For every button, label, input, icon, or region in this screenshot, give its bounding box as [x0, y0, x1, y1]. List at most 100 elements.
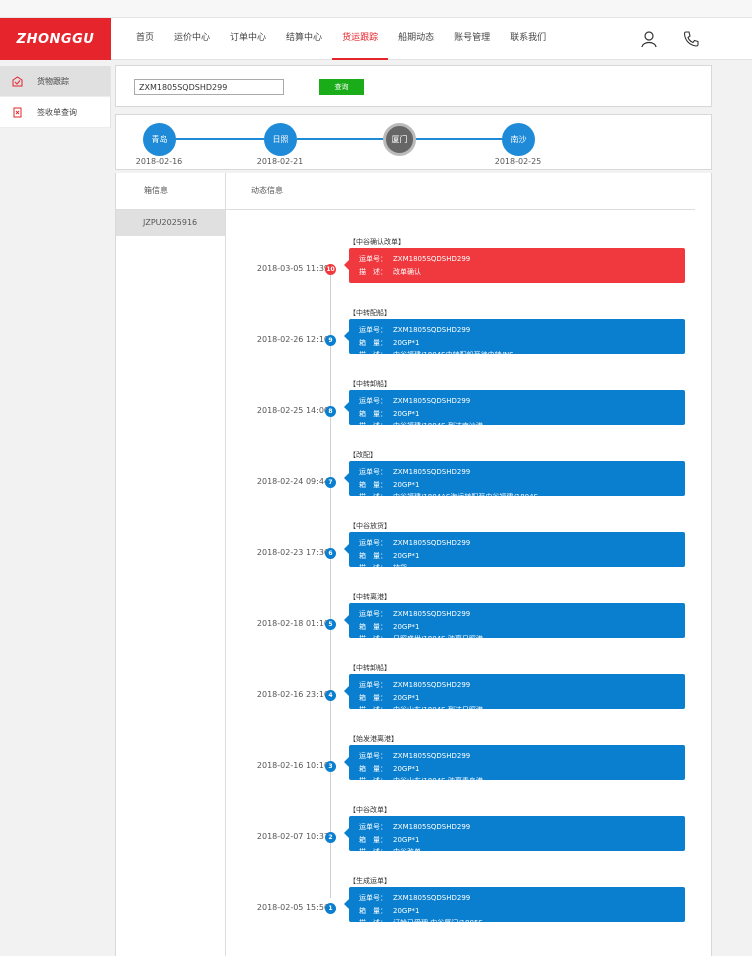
box-value: 20GP*1: [393, 622, 420, 631]
dynamic-info-header: 动态信息: [226, 173, 695, 210]
event-detail-box: 运单号： ZXM1805SQDSHD299 箱 量： 20GP*1 描 述： 订舱已受理 …: [344, 887, 685, 927]
waybill-value: ZXM1805SQDSHD299: [393, 823, 471, 831]
event-datetime: 2018-02-25 14:00: [256, 406, 329, 415]
nav-contact[interactable]: 联系我们: [500, 18, 556, 60]
waybill-value: ZXM1805SQDSHD299: [393, 752, 471, 760]
event-title: 【改配】: [349, 451, 377, 459]
waybill-value: ZXM1805SQDSHD299: [393, 610, 471, 618]
nav-cargo-tracking[interactable]: 货运跟踪: [332, 18, 389, 60]
desc-label: 描 述：: [359, 919, 387, 927]
waybill-label: 运单号：: [359, 397, 387, 405]
event-box-row: 箱 量： 20GP*1: [359, 905, 685, 918]
waybill-label: 运单号：: [359, 894, 387, 902]
event-desc-row: 描 述： 中谷福建/1804S中转配船至待中转/NS: [359, 349, 685, 362]
port-date: 2018-02-16: [135, 157, 183, 166]
desc-label: 描 述：: [359, 422, 387, 430]
event-datetime: 2018-02-16 10:10: [256, 761, 329, 770]
sidebar: 货物跟踪 签收单查询: [0, 66, 111, 128]
nav-schedules[interactable]: 船期动态: [388, 18, 444, 60]
event-waybill-row: 运单号： ZXM1805SQDSHD299: [359, 679, 685, 692]
timeline-event: 2018-02-18 01:10 5 【中转离港】 运单号： ZXM1805SQDSHD…: [226, 592, 706, 652]
desc-label: 描 述：: [359, 777, 387, 785]
event-number-badge: 9: [325, 335, 336, 346]
event-box-row: 箱 量： 20GP*1: [359, 621, 685, 634]
event-waybill-row: 运单号： ZXM1805SQDSHD299: [359, 537, 685, 550]
box-label: 箱 量：: [359, 764, 387, 773]
event-datetime: 2018-02-16 23:10: [256, 690, 329, 699]
timeline-event: 2018-02-25 14:00 8 【中转卸船】 运单号： ZXM1805SQDSHD…: [226, 379, 706, 439]
port-node-xiamen: 厦门: [383, 123, 416, 156]
event-detail-box: 运单号： ZXM1805SQDSHD299 箱 量： 20GP*1 描 述： 放货: [344, 532, 685, 572]
logo[interactable]: ZHONGGU: [0, 18, 111, 60]
sidebar-item-receipt-query[interactable]: 签收单查询: [0, 97, 110, 128]
event-waybill-row: 运单号： ZXM1805SQDSHD299: [359, 324, 685, 337]
event-box-row: 箱 量： 20GP*1: [359, 550, 685, 563]
timeline-event: 2018-02-16 23:10 4 【中转卸船】 运单号： ZXM1805SQDSHD…: [226, 663, 706, 723]
nav-freight-rates[interactable]: 运价中心: [164, 18, 220, 60]
event-waybill-row: 运单号： ZXM1805SQDSHD299: [359, 892, 685, 905]
event-number-badge: 4: [325, 690, 336, 701]
container-info-header: 箱信息: [116, 173, 225, 210]
nav-home[interactable]: 首页: [126, 18, 164, 60]
event-box-row: 箱 量： 20GP*1: [359, 692, 685, 705]
desc-label: 描 述：: [359, 351, 387, 359]
nav-settlement[interactable]: 结算中心: [276, 18, 332, 60]
box-label: 箱 量：: [359, 835, 387, 844]
event-datetime: 2018-02-07 10:37: [256, 832, 329, 841]
event-datetime: 2018-02-23 17:36: [256, 548, 329, 557]
waybill-label: 运单号：: [359, 752, 387, 760]
box-value: 20GP*1: [393, 835, 420, 844]
waybill-value: ZXM1805SQDSHD299: [393, 894, 471, 902]
waybill-label: 运单号：: [359, 326, 387, 334]
event-title: 【中转卸船】: [349, 380, 391, 388]
event-number-badge: 10: [325, 264, 336, 275]
phone-icon[interactable]: [682, 30, 700, 48]
event-desc-row: 描 述： 日照盛世/1804S 驶离日照港: [359, 633, 685, 646]
main-nav: 首页 运价中心 订单中心 结算中心 货运跟踪 船期动态 账号管理 联系我们: [126, 18, 556, 60]
event-waybill-row: 运单号： ZXM1805SQDSHD299: [359, 466, 685, 479]
waybill-value: ZXM1805SQDSHD299: [393, 326, 471, 334]
waybill-search-input[interactable]: [134, 79, 284, 95]
waybill-label: 运单号：: [359, 823, 387, 831]
event-detail-box: 运单号： ZXM1805SQDSHD299 箱 量： 20GP*1 描 述： 中谷山东/1…: [344, 745, 685, 785]
event-number-badge: 7: [325, 477, 336, 488]
nav-orders[interactable]: 订单中心: [220, 18, 276, 60]
box-value: 20GP*1: [393, 906, 420, 915]
waybill-label: 运单号：: [359, 255, 387, 263]
event-desc-row: 描 述： 中谷山东/1804S 到达日照港: [359, 704, 685, 717]
port-node-rizhao: 日照: [264, 123, 297, 156]
box-value: 20GP*1: [393, 409, 420, 418]
timeline-event: 2018-02-16 10:10 3 【始发港离港】 运单号： ZXM1805SQDSH…: [226, 734, 706, 794]
desc-label: 描 述：: [359, 635, 387, 643]
user-icon[interactable]: [640, 30, 658, 48]
waybill-label: 运单号：: [359, 539, 387, 547]
box-value: 20GP*1: [393, 338, 420, 347]
desc-value: 中谷福建/1804AS海运转配至中谷福建/1804S: [393, 493, 539, 501]
top-strip: [0, 0, 752, 18]
event-waybill-row: 运单号： ZXM1805SQDSHD299: [359, 821, 685, 834]
event-waybill-row: 运单号： ZXM1805SQDSHD299: [359, 253, 685, 266]
event-desc-row: 描 述： 中谷改单: [359, 846, 685, 859]
desc-value: 订舱已受理 中谷厦门/1805S: [393, 919, 483, 927]
event-datetime: 2018-03-05 11:39: [256, 264, 329, 273]
event-datetime: 2018-02-26 12:10: [256, 335, 329, 344]
waybill-value: ZXM1805SQDSHD299: [393, 681, 471, 689]
waybill-value: ZXM1805SQDSHD299: [393, 539, 471, 547]
event-detail-box: 运单号： ZXM1805SQDSHD299 箱 量： 20GP*1 描 述： 中谷山东/1…: [344, 674, 685, 714]
desc-value: 中谷山东/1804S 到达日照港: [393, 706, 483, 714]
event-title: 【中转配船】: [349, 309, 391, 317]
route-panel: 青岛 2018-02-16 日照 2018-02-21 厦门 南沙 2018-0…: [115, 114, 712, 170]
query-button[interactable]: 查询: [319, 79, 364, 95]
nav-account[interactable]: 账号管理: [444, 18, 500, 60]
box-label: 箱 量：: [359, 906, 387, 915]
container-number-item[interactable]: JZPU2025916: [116, 210, 225, 236]
sidebar-item-cargo-tracking[interactable]: 货物跟踪: [0, 66, 110, 97]
timeline-event: 2018-03-05 11:39 10 【中谷确认改单】 运单号： ZXM1805SQD…: [226, 237, 706, 297]
box-value: 20GP*1: [393, 551, 420, 560]
timeline-event: 2018-02-24 09:44 7 【改配】 运单号： ZXM1805SQDSHD29…: [226, 450, 706, 510]
box-label: 箱 量：: [359, 693, 387, 702]
event-box-row: 箱 量： 20GP*1: [359, 763, 685, 776]
waybill-value: ZXM1805SQDSHD299: [393, 397, 471, 405]
box-label: 箱 量：: [359, 622, 387, 631]
event-waybill-row: 运单号： ZXM1805SQDSHD299: [359, 395, 685, 408]
